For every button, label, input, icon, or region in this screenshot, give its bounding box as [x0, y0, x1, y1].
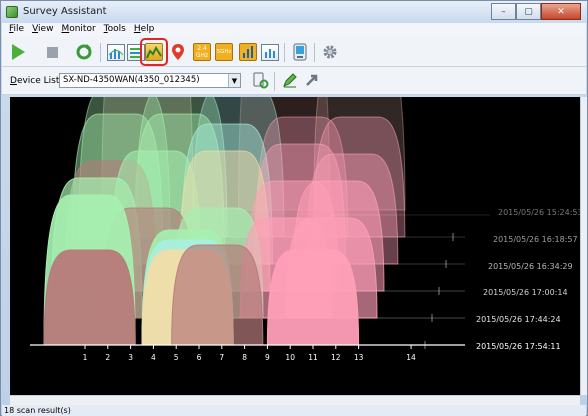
menu-file[interactable]: File	[6, 23, 29, 37]
x-tick-label: 5	[174, 353, 179, 362]
x-tick-label: 8	[242, 353, 247, 362]
x-tick-label: 9	[265, 353, 270, 362]
connect-button[interactable]	[302, 70, 322, 90]
scan-timestamp-label: 2015/05/26 17:00:14	[483, 288, 568, 297]
x-tick-label: 11	[308, 353, 318, 362]
device-icon	[293, 43, 307, 61]
arrow-icon	[306, 74, 318, 86]
x-tick-label: 10	[285, 353, 295, 362]
channel-plot[interactable]: 1 2 3 4 5 6 7 8 9 10 11 12 13 14 2015/05/26 17:54:11 20…	[10, 97, 580, 395]
toolbar-separator	[100, 43, 101, 62]
menu-view[interactable]: View	[29, 23, 58, 37]
x-tick-label: 7	[219, 353, 224, 362]
refresh-device-button[interactable]	[250, 70, 270, 90]
stop-icon	[46, 46, 58, 58]
channel-plot-svg: 1 2 3 4 5 6 7 8 9 10 11 12 13 142015/05/26 17:54:1120…	[30, 97, 580, 362]
stop-scan-button[interactable]	[42, 42, 62, 62]
x-tick-label: 12	[331, 353, 341, 362]
x-tick-label: 13	[354, 353, 364, 362]
signal-bars-button[interactable]	[238, 42, 258, 62]
close-button[interactable]: ✕	[541, 3, 581, 20]
scan-timestamp-label: 2015/05/26 16:34:29	[488, 262, 573, 271]
horizontal-scrollbar[interactable]	[10, 395, 580, 405]
app-icon	[6, 6, 18, 18]
device-info-button[interactable]	[290, 42, 310, 62]
channel-view-button[interactable]	[106, 42, 126, 62]
status-bar: 18 scan result(s)	[2, 405, 586, 416]
pencil-icon	[283, 73, 297, 88]
refresh-button[interactable]	[74, 42, 94, 62]
maximize-button[interactable]: ▢	[516, 3, 541, 20]
band-5ghz-label: 5GHz	[215, 43, 233, 61]
x-tick-label: 6	[197, 353, 202, 362]
gear-icon	[323, 45, 337, 59]
x-tick-label: 1	[83, 353, 88, 362]
toolbar-separator	[284, 43, 285, 62]
x-tick-label: 3	[128, 353, 133, 362]
scan-timestamp-label: 2015/05/26 15:24:53	[498, 208, 580, 217]
toolbar: 2.4 GHz 5GHz	[2, 37, 586, 67]
device-list-dropdown[interactable]: SX-ND-4350WAN(4350_012345) ▼	[59, 73, 241, 88]
channel-chart-icon	[107, 43, 125, 61]
device-list-label: Device List :	[10, 76, 66, 86]
export-button[interactable]	[260, 42, 280, 62]
menu-monitor[interactable]: Monitor	[58, 23, 100, 37]
refresh-icon	[76, 44, 92, 60]
settings-button[interactable]	[320, 42, 340, 62]
scan-timestamp-label: 2015/05/26 17:44:24	[476, 315, 561, 324]
menu-bar: File View Monitor Tools Help	[2, 23, 586, 37]
signal-bars-icon	[239, 43, 257, 61]
export-chart-icon	[261, 43, 279, 61]
device-list-value: SX-ND-4350WAN(4350_012345)	[63, 75, 200, 85]
vertical-scrollbar[interactable]	[580, 97, 587, 395]
scan-result-count: 18 scan result(s)	[4, 406, 71, 415]
x-tick-label: 4	[151, 353, 156, 362]
map-pin-icon	[172, 44, 184, 60]
menu-tools[interactable]: Tools	[101, 23, 131, 37]
signal-curve	[43, 249, 136, 346]
selected-tool-highlight	[140, 38, 168, 66]
x-tick-label: 14	[406, 353, 416, 362]
toolbar-separator	[274, 72, 275, 91]
location-button[interactable]	[168, 42, 188, 62]
signal-curve	[266, 249, 360, 346]
minimize-button[interactable]: –	[491, 3, 516, 20]
title-bar: Survey Assistant – ▢ ✕	[1, 1, 587, 23]
scan-timestamp-label: 2015/05/26 17:54:11	[476, 342, 561, 351]
device-refresh-icon	[253, 72, 269, 89]
menu-help[interactable]: Help	[131, 23, 160, 37]
scan-timestamp-label: 2015/05/26 16:18:57	[493, 235, 578, 244]
band-5ghz-button[interactable]: 5GHz	[214, 42, 234, 62]
app-window: Survey Assistant – ▢ ✕ File View Monitor…	[0, 0, 588, 416]
toolbar-separator	[314, 43, 315, 62]
x-tick-label: 2	[105, 353, 110, 362]
device-bar: Device List : SX-ND-4350WAN(4350_012345)…	[2, 67, 586, 95]
band-24ghz-label: 2.4 GHz	[193, 43, 211, 61]
edit-button[interactable]	[280, 70, 300, 90]
chevron-down-icon[interactable]: ▼	[228, 74, 240, 87]
signal-curve	[171, 244, 264, 346]
start-scan-button[interactable]	[8, 42, 28, 62]
band-24ghz-button[interactable]: 2.4 GHz	[192, 42, 212, 62]
window-title: Survey Assistant	[23, 6, 107, 17]
play-icon	[11, 44, 25, 60]
